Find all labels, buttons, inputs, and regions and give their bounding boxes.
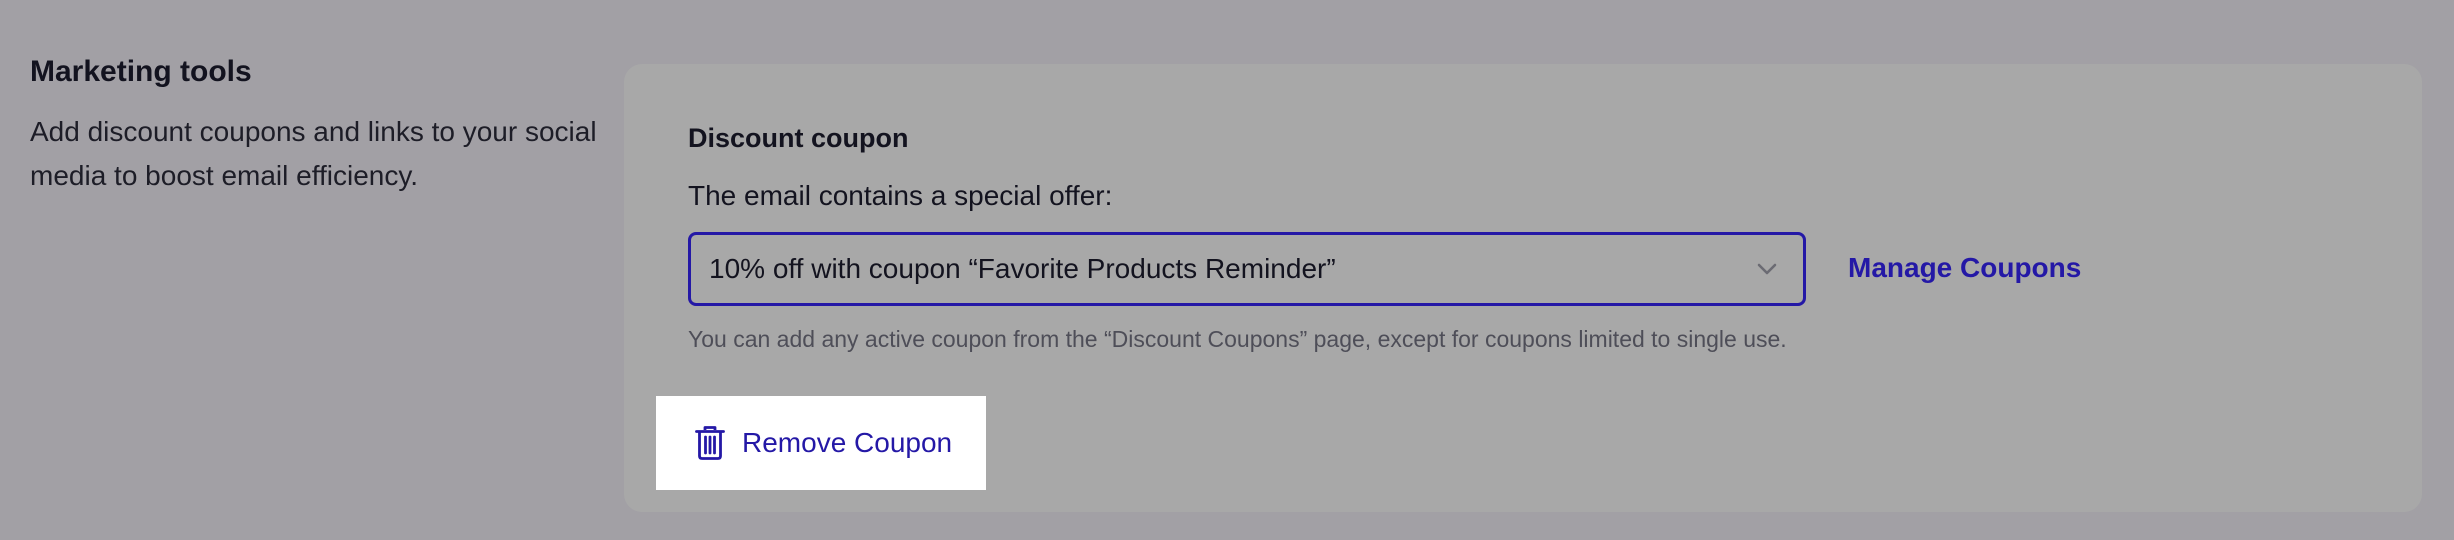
offer-label: The email contains a special offer: [688, 180, 1113, 211]
coupon-select[interactable]: 10% off with coupon “Favorite Products R… [688, 232, 1806, 306]
coupon-hint: You can add any active coupon from the “… [688, 326, 1787, 352]
discount-coupon-card: Discount coupon The email contains a spe… [624, 64, 2422, 512]
marketing-tools-section: Marketing tools Add discount coupons and… [30, 52, 600, 198]
remove-coupon-button[interactable]: Remove Coupon [656, 396, 986, 490]
section-description-line-2: media to boost email efficiency. [30, 160, 419, 191]
chevron-down-icon [1755, 257, 1779, 281]
trash-icon [694, 424, 726, 462]
section-description-line-1: Add discount coupons and links to your s… [30, 116, 597, 147]
section-description: Add discount coupons and links to your s… [30, 110, 600, 198]
manage-coupons-link[interactable]: Manage Coupons [1848, 248, 2081, 288]
remove-coupon-label: Remove Coupon [742, 427, 953, 458]
coupon-select-value: 10% off with coupon “Favorite Products R… [709, 253, 1336, 284]
section-title: Marketing tools [30, 55, 252, 88]
coupon-title: Discount coupon [688, 123, 909, 153]
